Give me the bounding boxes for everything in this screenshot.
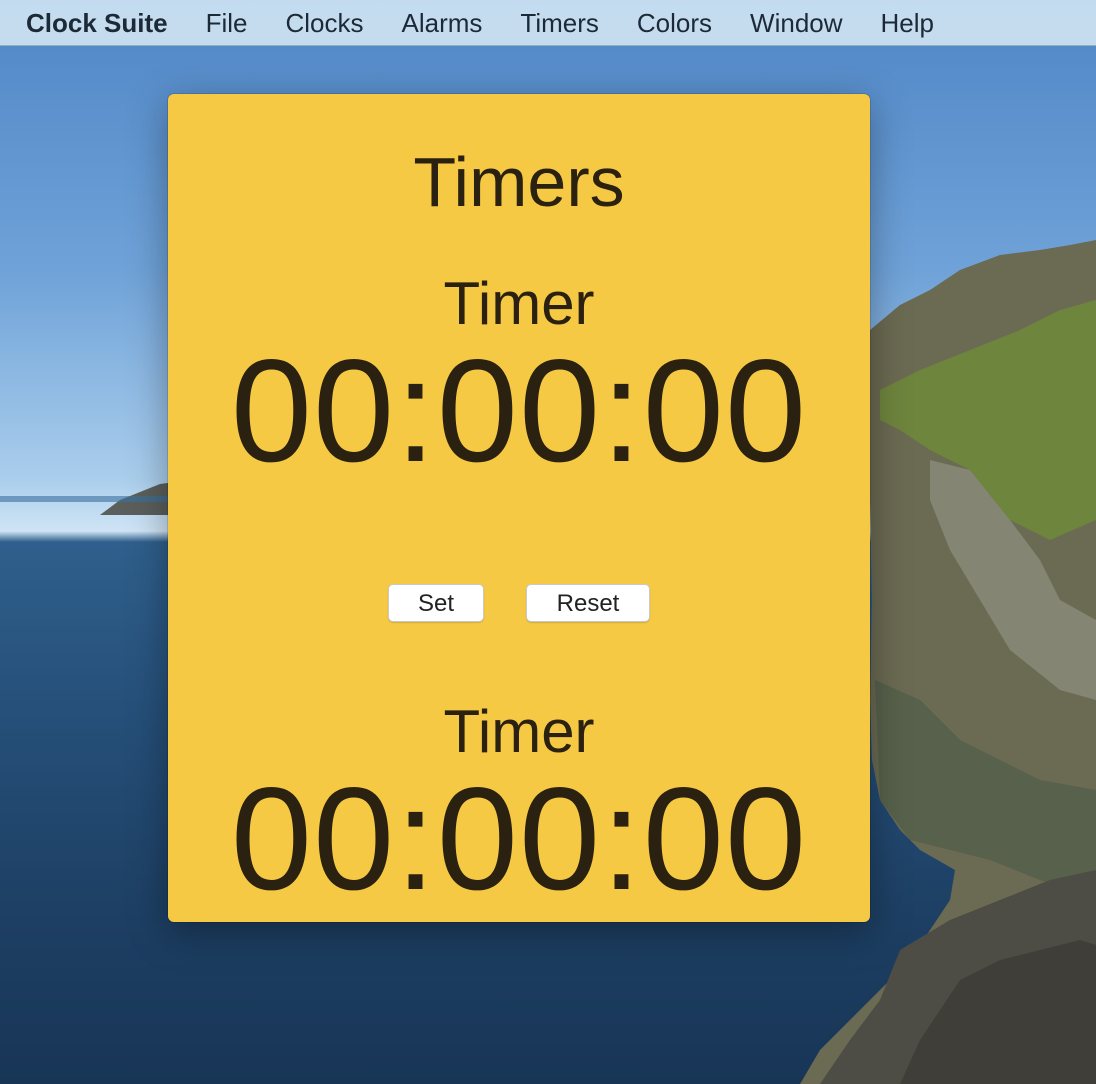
timer-2-label: Timer bbox=[443, 698, 595, 765]
reset-button[interactable]: Reset bbox=[526, 584, 650, 622]
menu-alarms[interactable]: Alarms bbox=[402, 0, 483, 46]
set-button[interactable]: Set bbox=[388, 584, 484, 622]
menu-colors[interactable]: Colors bbox=[637, 0, 712, 46]
timer-1-display: 00:00:00 bbox=[230, 329, 808, 492]
timer-2-display: 00:00:00 bbox=[230, 757, 808, 920]
menu-clocks[interactable]: Clocks bbox=[286, 0, 364, 46]
menu-file[interactable]: File bbox=[206, 0, 248, 46]
menu-timers[interactable]: Timers bbox=[520, 0, 598, 46]
menu-bar: Clock Suite File Clocks Alarms Timers Co… bbox=[0, 0, 1096, 46]
window-title: Timers bbox=[413, 143, 625, 221]
menu-app-name[interactable]: Clock Suite bbox=[26, 0, 168, 46]
menu-help[interactable]: Help bbox=[881, 0, 934, 46]
timer-1-label: Timer bbox=[443, 270, 595, 337]
menu-window[interactable]: Window bbox=[750, 0, 842, 46]
desktop-wallpaper: Clock Suite File Clocks Alarms Timers Co… bbox=[0, 0, 1096, 1084]
